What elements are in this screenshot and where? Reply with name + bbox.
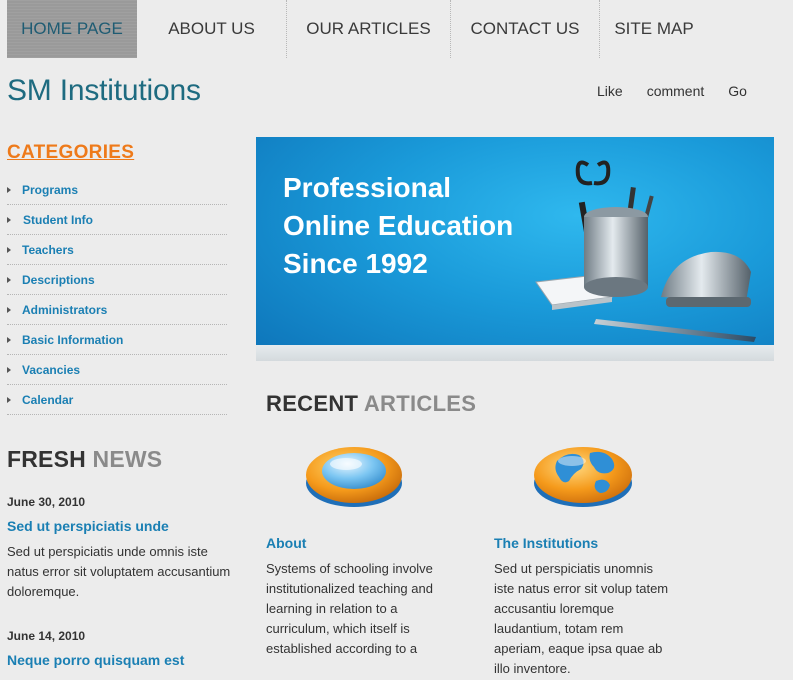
arrow-right-icon [7,216,11,223]
banner-bottom-strip [256,345,774,361]
category-calendar[interactable]: Calendar [7,385,227,415]
nav-label: CONTACT US [470,19,580,38]
news-item: June 30, 2010 Sed ut perspiciatis unde S… [7,495,237,602]
arrow-right-icon [7,336,11,343]
hero-banner: Professional Online Education Since 1992 [256,137,774,361]
article-body: Systems of schooling involve institution… [266,561,433,656]
title-part: ARTICLES [363,391,477,416]
categories-title: CATEGORIES [7,142,135,163]
article-heading-link[interactable]: About [266,535,446,551]
category-label: Basic Information [22,332,124,347]
category-administrators[interactable]: Administrators [7,295,227,325]
arrow-right-icon [7,186,11,193]
go-link[interactable]: Go [728,83,747,99]
banner-line: Since 1992 [283,248,428,279]
news-date: June 30, 2010 [7,495,86,509]
category-label: Programs [22,182,79,197]
nav-label: HOME PAGE [21,19,123,38]
category-basic-information[interactable]: Basic Information [7,325,227,355]
pen-holder-icon [575,160,654,297]
top-links: Like comment Go [597,83,771,99]
arrow-right-icon [7,366,11,373]
arrow-right-icon [7,276,11,283]
category-teachers[interactable]: Teachers [7,235,227,265]
magnifier-lens-icon [306,447,402,507]
nav-our-articles[interactable]: OUR ARTICLES [287,0,451,58]
nav-label: SITE MAP [614,19,694,38]
article-card: The Institutions Sed ut perspiciatis uno… [494,535,674,679]
nav-about-us[interactable]: ABOUT US [137,0,287,58]
arrow-right-icon [7,246,11,253]
news-headline-link[interactable]: Neque porro quisquam est [7,652,237,668]
recent-articles-title: RECENT ARTICLES [266,391,476,417]
article-card: About Systems of schooling involve insti… [266,535,446,659]
article-body: Sed ut perspiciatis unomnis iste natus e… [494,561,669,676]
category-programs[interactable]: Programs [7,175,227,205]
category-descriptions[interactable]: Descriptions [7,265,227,295]
office-supplies-illustration [535,160,756,342]
banner-text: Professional Online Education Since 1992 [283,169,513,283]
categories-list: Programs Student Info Teachers Descripti… [7,175,227,415]
category-label: Descriptions [22,272,95,287]
pen-icon [594,319,756,342]
category-label: Teachers [22,242,74,257]
banner-line: Online Education [283,210,514,241]
news-date: June 14, 2010 [7,629,86,643]
nav-label: OUR ARTICLES [306,19,431,38]
category-label: Calendar [22,392,74,407]
title-part: RECENT [266,391,359,416]
stapler-icon [661,251,751,307]
nav-home-page[interactable]: HOME PAGE [7,0,137,58]
article-heading-link[interactable]: The Institutions [494,535,674,551]
title-part: FRESH [7,446,86,472]
news-headline-link[interactable]: Sed ut perspiciatis unde [7,518,237,534]
arrow-right-icon [7,306,11,313]
news-item: June 14, 2010 Neque porro quisquam est [7,629,237,676]
comment-link[interactable]: comment [647,83,705,99]
title-part: NEWS [92,446,163,472]
category-student-info[interactable]: Student Info [7,205,227,235]
news-body: Sed ut perspiciatis unde omnis iste natu… [7,544,231,599]
site-title: SM Institutions [7,74,201,107]
banner-line: Professional [283,172,452,203]
globe-icon [534,447,632,507]
arrow-right-icon [7,396,11,403]
category-label: Student Info [23,212,93,227]
main-nav: HOME PAGE ABOUT US OUR ARTICLES CONTACT … [7,0,708,58]
category-vacancies[interactable]: Vacancies [7,355,227,385]
nav-site-map[interactable]: SITE MAP [600,0,708,58]
nav-contact-us[interactable]: CONTACT US [451,0,600,58]
category-label: Vacancies [22,362,81,377]
fresh-news-title: FRESH NEWS [7,446,162,473]
like-link[interactable]: Like [597,83,623,99]
category-label: Administrators [22,302,108,317]
nav-label: ABOUT US [168,19,255,38]
